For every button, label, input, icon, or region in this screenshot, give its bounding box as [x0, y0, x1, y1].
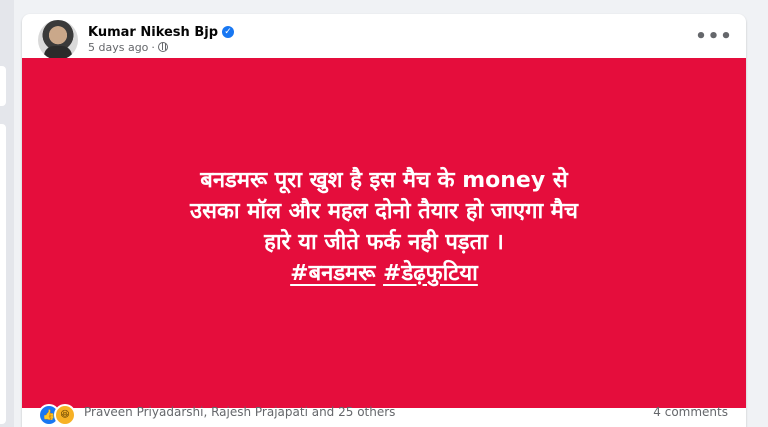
- left-column-card: [0, 124, 6, 424]
- more-options-icon: •••: [695, 25, 733, 47]
- left-column-card: [0, 66, 6, 106]
- post-card: Kumar Nikesh Bjp ✓ 5 days ago · ••• बनडम…: [22, 14, 746, 427]
- globe-icon[interactable]: [157, 42, 168, 52]
- haha-icon: 😆: [54, 404, 76, 426]
- meta-separator: ·: [151, 40, 155, 54]
- author-avatar[interactable]: [38, 20, 78, 60]
- post-text-line: उसका मॉल और महल दोनो तैयार हो जाएगा मैच: [190, 199, 578, 224]
- post-text-line: बनडमरू पूरा खुश है इस मैच के money से: [200, 168, 568, 193]
- hashtag-link[interactable]: #बनडमरू: [290, 261, 375, 286]
- post-text-line: हारे या जीते फर्क नही पड़ता ।: [264, 230, 504, 255]
- verified-badge-icon: ✓: [222, 26, 234, 38]
- author-name[interactable]: Kumar Nikesh Bjp: [88, 25, 218, 40]
- comments-count[interactable]: 4 comments: [653, 405, 728, 419]
- more-options-button[interactable]: •••: [695, 26, 732, 47]
- reaction-summary[interactable]: Praveen Priyadarshi, Rajesh Prajapati an…: [84, 405, 395, 419]
- post-meta: 5 days ago ·: [88, 39, 168, 55]
- post-image-text: बनडमरू पूरा खुश है इस मैच के money से उस…: [64, 165, 704, 289]
- post-header: Kumar Nikesh Bjp ✓ 5 days ago · •••: [22, 14, 746, 62]
- hashtag-row: #बनडमरू #डेढ़फुटिया: [64, 258, 704, 289]
- reaction-icons[interactable]: 👍 😆: [38, 404, 76, 426]
- post-footer: 👍 😆 Praveen Priyadarshi, Rajesh Prajapat…: [22, 398, 746, 427]
- post-timestamp[interactable]: 5 days ago: [88, 41, 148, 54]
- hashtag-link[interactable]: #डेढ़फुटिया: [383, 261, 478, 286]
- post-text-image[interactable]: बनडमरू पूरा खुश है इस मैच के money से उस…: [22, 58, 746, 408]
